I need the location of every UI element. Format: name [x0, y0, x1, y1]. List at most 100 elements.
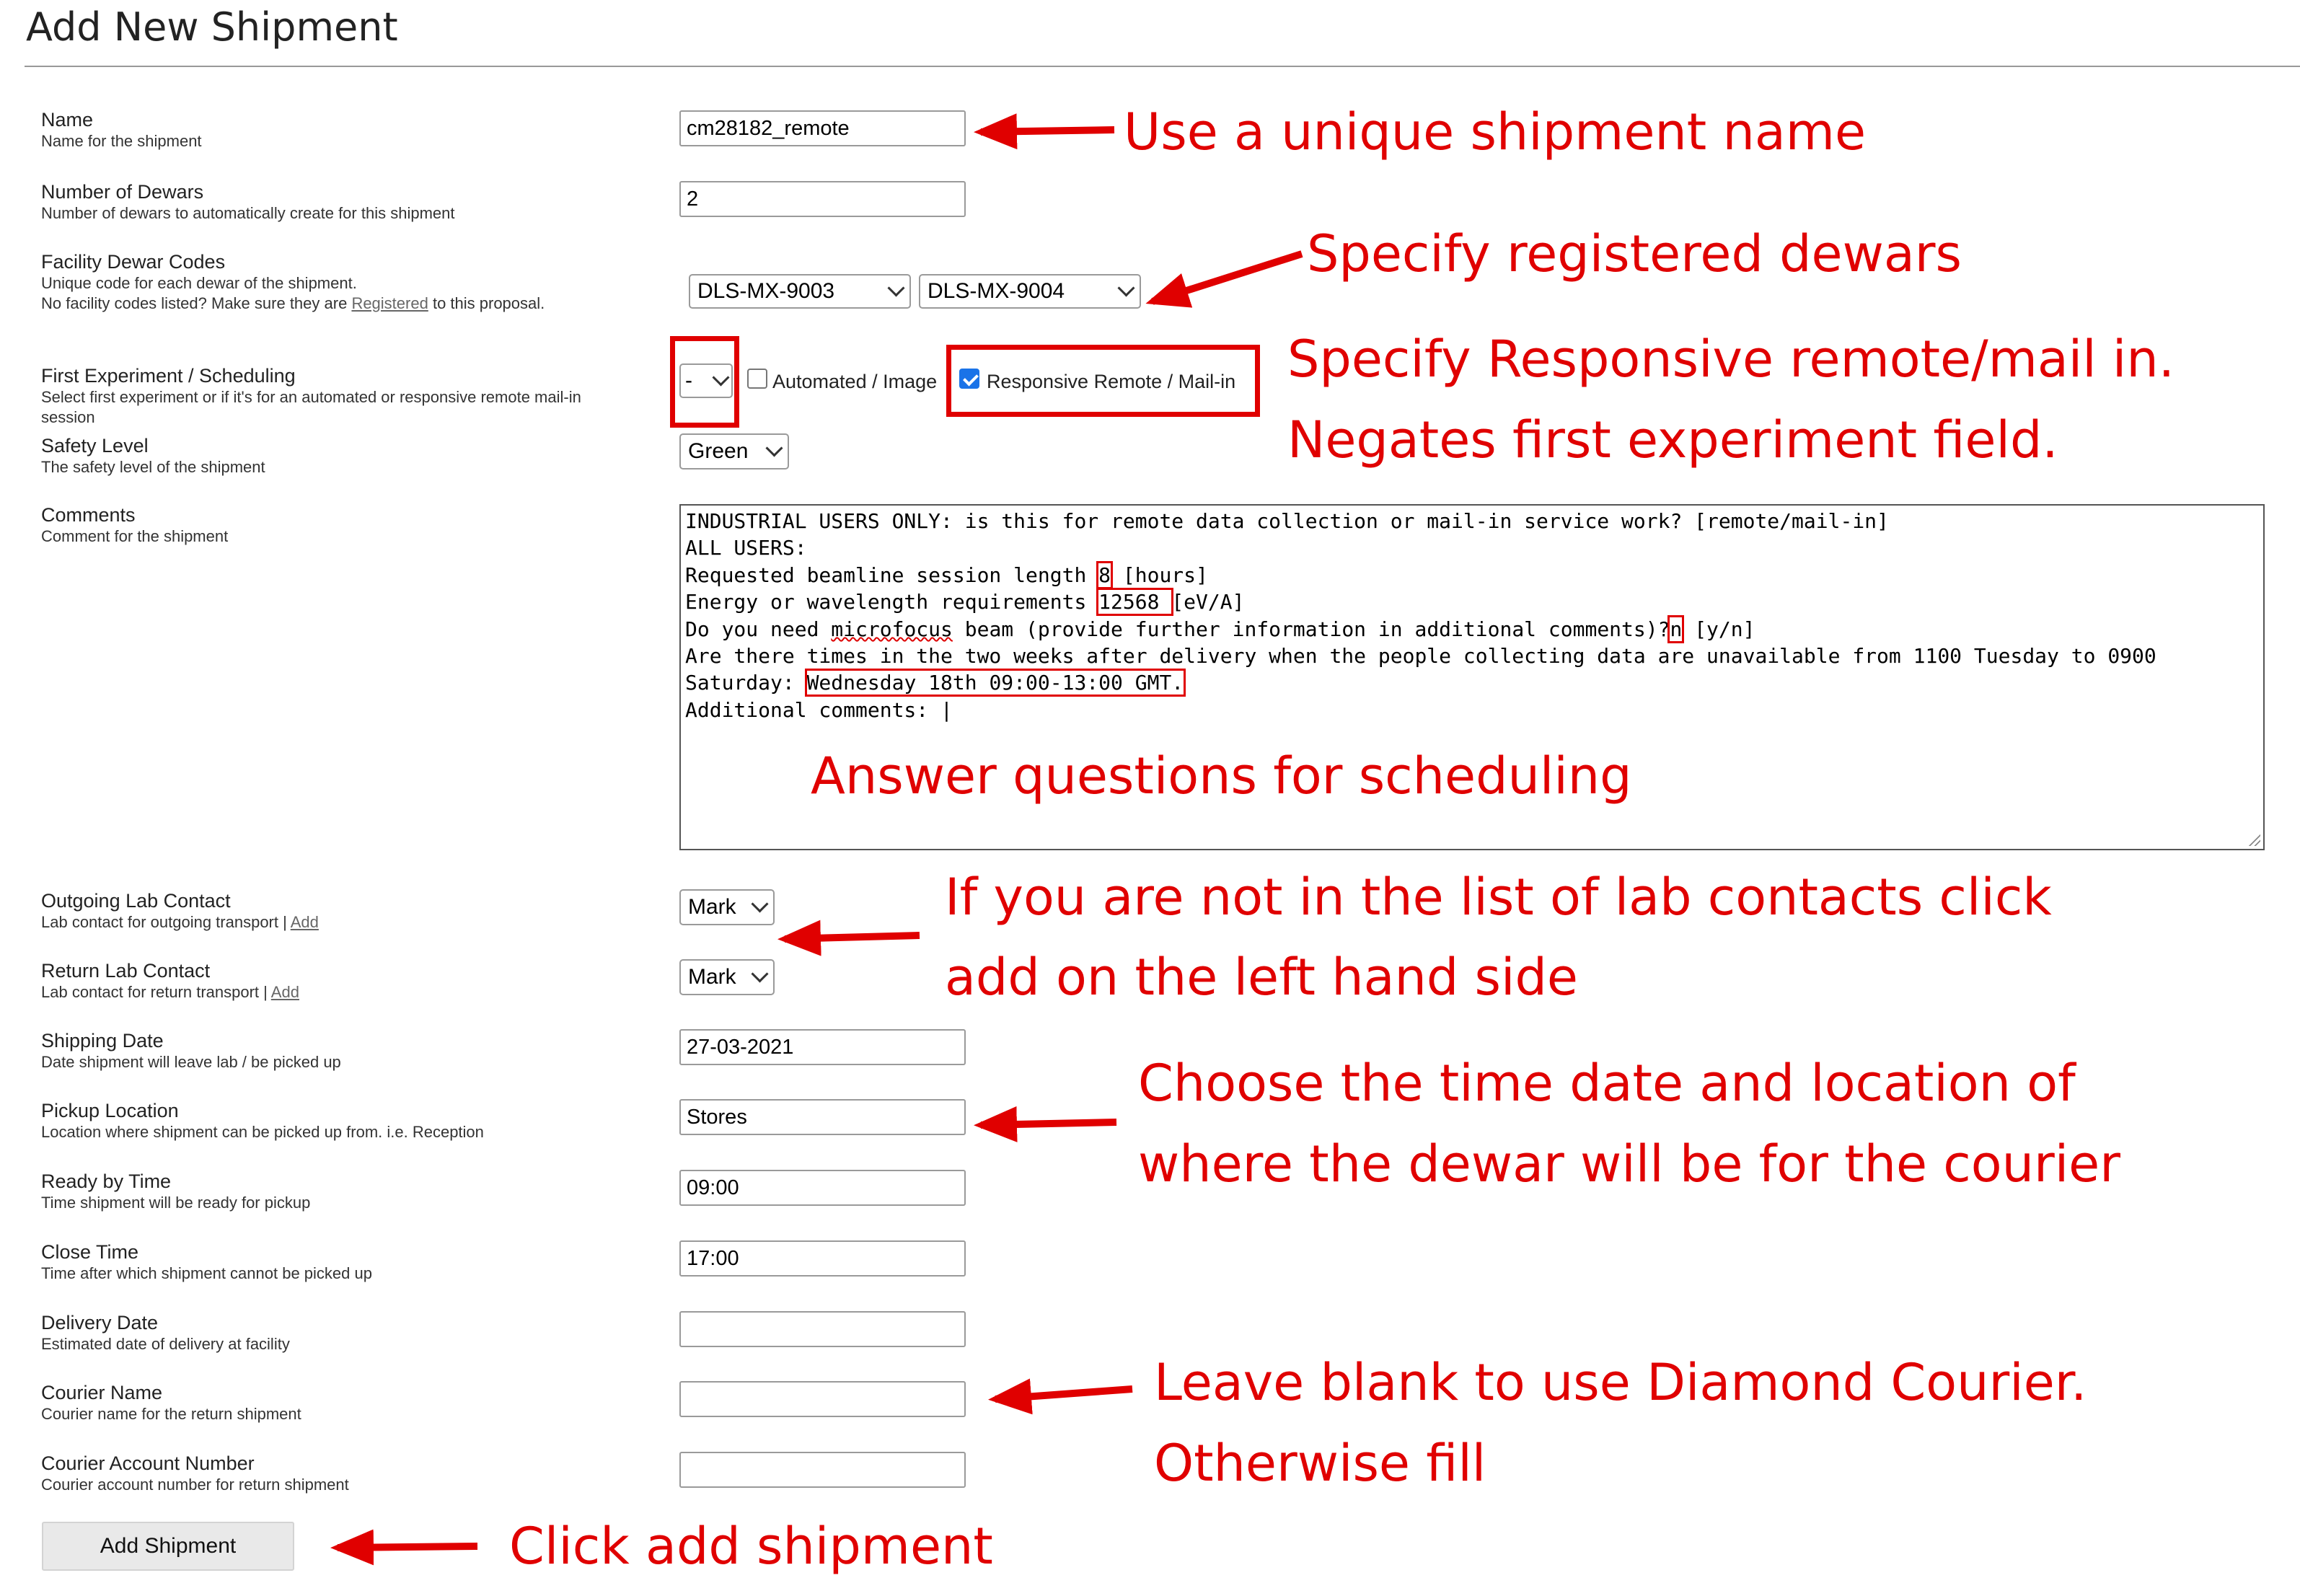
- return-contact-select[interactable]: Mark: [679, 959, 775, 995]
- courier-name-input[interactable]: [679, 1381, 966, 1417]
- comments-line-5: Do you need microfocus beam (provide fur…: [685, 615, 1755, 643]
- safety-select[interactable]: Green: [679, 433, 789, 469]
- microfocus-answer: n: [1667, 615, 1685, 643]
- arrow-icon: [1145, 250, 1303, 308]
- microfocus-question-c: beam (provide further information in add…: [952, 617, 1670, 641]
- pickup-location-input[interactable]: Stores: [679, 1099, 966, 1135]
- session-length-question: Requested beamline session length: [685, 563, 1087, 587]
- first-experiment-help: Select first experiment or if it's for a…: [41, 388, 581, 406]
- courier-account-input[interactable]: [679, 1452, 966, 1488]
- dewars-input[interactable]: 2: [679, 181, 966, 217]
- arrow-icon: [777, 920, 920, 956]
- energy-answer: 12568: [1096, 588, 1174, 616]
- outgoing-contact-help: Lab contact for outgoing transport | Add: [41, 912, 319, 933]
- return-contact-label-group: Return Lab Contact Lab contact for retur…: [41, 959, 299, 1002]
- dewar-code-select-2-value: DLS-MX-9004: [928, 279, 1065, 303]
- close-time-label-group: Close Time Time after which shipment can…: [41, 1240, 372, 1284]
- return-contact-value: Mark: [688, 965, 736, 989]
- first-experiment-highlight: [670, 336, 739, 428]
- microfocus-question-a: Do you need: [685, 617, 832, 641]
- first-experiment-help-2: session: [41, 408, 95, 426]
- facility-codes-label: Facility Dewar Codes: [41, 251, 226, 273]
- courier-name-label: Courier Name: [41, 1382, 163, 1403]
- annotation-diamond-courier-1: Leave blank to use Diamond Courier.: [1154, 1353, 2087, 1412]
- annotation-click-add: Click add shipment: [509, 1517, 993, 1576]
- session-length-answer: 8: [1096, 561, 1113, 589]
- microfocus-word: microfocus: [831, 617, 953, 641]
- pickup-location-label: Pickup Location: [41, 1100, 179, 1121]
- arrow-icon: [974, 1106, 1117, 1142]
- comments-line-3: Requested beamline session length 8 [hou…: [685, 561, 1208, 589]
- delivery-date-label-group: Delivery Date Estimated date of delivery…: [41, 1311, 290, 1354]
- return-contact-label: Return Lab Contact: [41, 960, 211, 982]
- outgoing-contact-value: Mark: [688, 895, 736, 919]
- ready-time-help: Time shipment will be ready for pickup: [41, 1194, 311, 1212]
- add-return-contact-link[interactable]: Add: [271, 983, 299, 1001]
- outgoing-contact-help-text: Lab contact for outgoing transport |: [41, 913, 287, 931]
- facility-codes-help-2-text: No facility codes listed? Make sure they…: [41, 294, 348, 312]
- annotation-choose-time-1: Choose the time date and location of: [1138, 1054, 2076, 1113]
- dewar-code-select-2[interactable]: DLS-MX-9004: [919, 274, 1141, 309]
- responsive-highlight: [946, 345, 1260, 417]
- facility-codes-label-group: Facility Dewar Codes Unique code for eac…: [41, 250, 545, 314]
- name-label: Name: [41, 109, 94, 131]
- arrow-icon: [330, 1529, 478, 1566]
- facility-codes-help: Unique code for each dewar of the shipme…: [41, 274, 357, 292]
- delivery-date-help: Estimated date of delivery at facility: [41, 1335, 290, 1353]
- comments-label: Comments: [41, 504, 136, 526]
- close-time-help: Time after which shipment cannot be pick…: [41, 1264, 372, 1282]
- annotation-unique-name: Use a unique shipment name: [1124, 102, 1867, 162]
- outgoing-contact-select[interactable]: Mark: [679, 889, 775, 925]
- pickup-location-help: Location where shipment can be picked up…: [41, 1123, 484, 1141]
- resize-grip-icon[interactable]: [2247, 833, 2260, 846]
- registered-link[interactable]: Registered: [351, 294, 428, 312]
- microfocus-unit: [y/n]: [1694, 617, 1755, 641]
- chevron-down-icon: [887, 278, 905, 297]
- name-input[interactable]: cm28182_remote: [679, 110, 966, 146]
- courier-account-label-group: Courier Account Number Courier account n…: [41, 1452, 349, 1495]
- shipping-date-input[interactable]: 27-03-2021: [679, 1029, 966, 1065]
- comments-line-8: Additional comments: |: [685, 698, 953, 722]
- name-label-group: Name Name for the shipment: [41, 108, 202, 151]
- comments-line-7: Saturday: Wednesday 18th 09:00-13:00 GMT…: [685, 669, 1186, 697]
- add-outgoing-contact-link[interactable]: Add: [291, 913, 319, 931]
- facility-codes-help-2-suffix: to this proposal.: [432, 294, 545, 312]
- comments-line-4: Energy or wavelength requirements 12568 …: [685, 588, 1244, 616]
- add-shipment-button[interactable]: Add Shipment: [42, 1522, 294, 1571]
- session-length-unit: [hours]: [1122, 563, 1208, 587]
- shipping-date-label: Shipping Date: [41, 1030, 164, 1051]
- pickup-location-label-group: Pickup Location Location where shipment …: [41, 1099, 484, 1142]
- safety-label-group: Safety Level The safety level of the shi…: [41, 434, 265, 477]
- page-title: Add New Shipment: [26, 4, 398, 50]
- delivery-date-input[interactable]: [679, 1311, 966, 1347]
- ready-time-label: Ready by Time: [41, 1170, 172, 1192]
- courier-account-help: Courier account number for return shipme…: [41, 1476, 349, 1494]
- annotation-lab-contacts-2: add on the left hand side: [945, 948, 1578, 1007]
- automated-checkbox[interactable]: [747, 369, 767, 389]
- annotation-negates-first-experiment: Negates first experiment field.: [1287, 410, 2058, 469]
- close-time-input[interactable]: 17:00: [679, 1240, 966, 1277]
- outgoing-contact-label: Outgoing Lab Contact: [41, 890, 231, 912]
- first-experiment-label: First Experiment / Scheduling: [41, 365, 296, 387]
- chevron-down-icon: [751, 964, 769, 983]
- chevron-down-icon: [765, 438, 783, 457]
- dewar-code-select-1[interactable]: DLS-MX-9003: [689, 274, 911, 309]
- first-experiment-label-group: First Experiment / Scheduling Select fir…: [41, 364, 581, 428]
- chevron-down-icon: [1117, 278, 1135, 297]
- delivery-date-label: Delivery Date: [41, 1312, 159, 1333]
- outgoing-contact-label-group: Outgoing Lab Contact Lab contact for out…: [41, 889, 319, 933]
- ready-time-input[interactable]: 09:00: [679, 1170, 966, 1206]
- dewars-label: Number of Dewars: [41, 181, 204, 203]
- safety-label: Safety Level: [41, 435, 149, 457]
- safety-select-value: Green: [688, 439, 749, 463]
- dewar-code-select-1-value: DLS-MX-9003: [697, 279, 835, 303]
- annotation-choose-time-2: where the dewar will be for the courier: [1138, 1134, 2121, 1194]
- safety-help: The safety level of the shipment: [41, 458, 265, 476]
- arrow-icon: [988, 1378, 1133, 1415]
- dewars-help: Number of dewars to automatically create…: [41, 204, 455, 222]
- shipping-date-help: Date shipment will leave lab / be picked…: [41, 1053, 341, 1071]
- automated-label: Automated / Image: [772, 371, 938, 392]
- comments-line-2: ALL USERS:: [685, 536, 807, 560]
- chevron-down-icon: [751, 894, 769, 913]
- courier-name-label-group: Courier Name Courier name for the return…: [41, 1381, 301, 1424]
